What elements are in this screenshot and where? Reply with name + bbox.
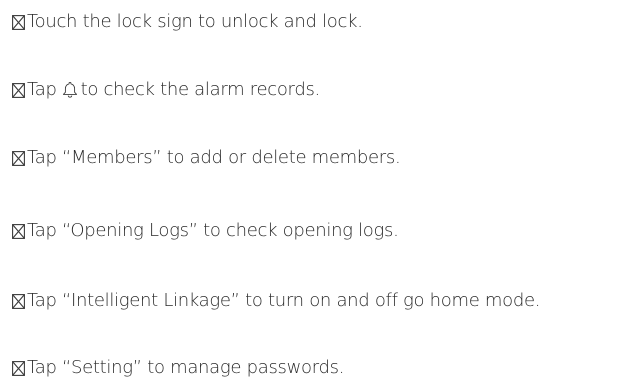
crossed-box-icon	[12, 150, 25, 166]
crossed-box-icon	[12, 360, 25, 376]
instruction-text: Tap “Intelligent Linkage” to turn on and…	[27, 290, 541, 311]
instruction-opening-logs: Tap “Opening Logs” to check opening logs…	[12, 219, 399, 243]
crossed-box-icon	[12, 14, 25, 30]
instruction-text: Tap “Members” to add or delete members.	[27, 147, 401, 168]
instruction-text: Touch the lock sign to unlock and lock.	[27, 11, 363, 32]
instruction-text: Tap “Setting” to manage passwords.	[27, 357, 345, 378]
instruction-text: Tap “Opening Logs” to check opening logs…	[27, 220, 399, 241]
crossed-box-icon	[12, 293, 25, 309]
instruction-text-before: Tap	[27, 79, 57, 100]
instruction-list: Touch the lock sign to unlock and lock. …	[0, 0, 630, 381]
crossed-box-icon	[12, 223, 25, 239]
instruction-alarm: Tap to check the alarm records.	[12, 78, 320, 102]
instruction-setting: Tap “Setting” to manage passwords.	[12, 356, 344, 380]
instruction-intelligent-linkage: Tap “Intelligent Linkage” to turn on and…	[12, 289, 541, 313]
bell-icon	[62, 82, 77, 98]
crossed-box-icon	[12, 82, 25, 98]
instruction-members: Tap “Members” to add or delete members.	[12, 146, 401, 170]
instruction-text-after: to check the alarm records.	[80, 79, 321, 100]
instruction-lock: Touch the lock sign to unlock and lock.	[12, 10, 363, 34]
